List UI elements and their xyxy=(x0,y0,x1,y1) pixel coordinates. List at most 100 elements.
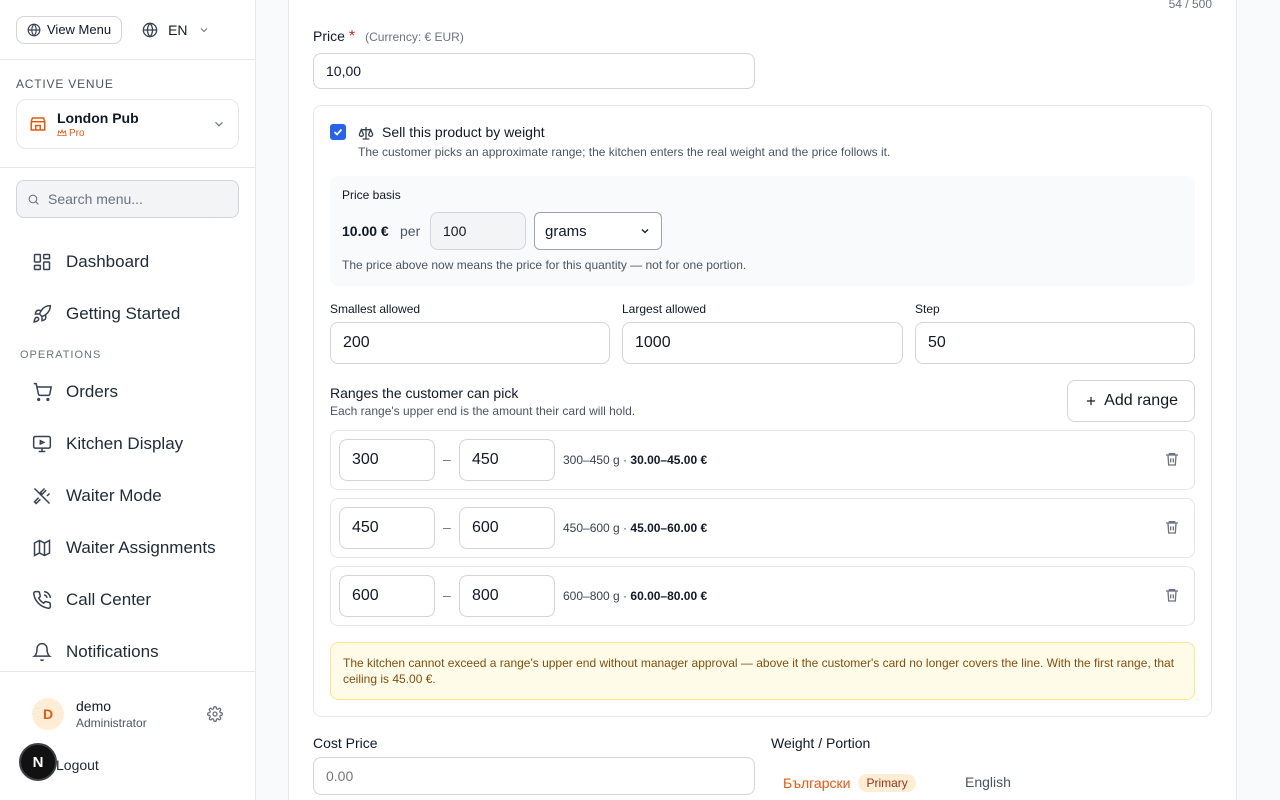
plus-icon xyxy=(1087,396,1096,406)
chevron-down-icon xyxy=(215,121,223,127)
language-selector[interactable]: EN xyxy=(134,22,217,38)
dev-tools-badge[interactable]: N xyxy=(19,743,57,781)
sidebar-item-label: Orders xyxy=(66,382,118,401)
search-input[interactable] xyxy=(48,191,228,207)
currency-note: (Currency: € EUR) xyxy=(365,30,464,44)
sidebar: View Menu EN ACTIVE VENUE London Pub Pro xyxy=(0,0,256,800)
tab-bulgarian-label: Български xyxy=(783,775,851,791)
chevron-updown-icon xyxy=(641,229,649,234)
step-label: Step xyxy=(915,302,940,316)
sidebar-item-label: Dashboard xyxy=(66,252,150,271)
ceiling-warning: The kitchen cannot exceed a range's uppe… xyxy=(330,642,1195,700)
chevron-down-icon xyxy=(200,27,207,32)
step-input[interactable] xyxy=(915,322,1195,364)
range-dash: – xyxy=(443,587,451,603)
range-price: 45.00–60.00 € xyxy=(630,521,708,535)
tab-bulgarian[interactable]: Български Primary xyxy=(783,774,916,792)
range-summary-text: 450–600 g · xyxy=(563,521,631,535)
range-summary: 450–600 g · 45.00–60.00 € xyxy=(563,521,707,535)
primary-badge: Primary xyxy=(858,774,916,792)
globe-icon xyxy=(142,22,158,37)
range-from-input[interactable] xyxy=(339,439,435,481)
smallest-allowed-label: Smallest allowed xyxy=(330,302,421,316)
cost-price-input[interactable] xyxy=(313,757,755,795)
view-menu-button[interactable]: View Menu xyxy=(16,15,123,44)
range-summary: 300–450 g · 30.00–45.00 € xyxy=(563,453,707,467)
venue-plan-label: Pro xyxy=(69,127,85,139)
bell-icon xyxy=(32,642,52,662)
range-to-input[interactable] xyxy=(459,575,555,617)
range-row: – 600–800 g · 60.00–80.00 € xyxy=(330,566,1195,626)
check-icon xyxy=(333,128,343,136)
tab-english[interactable]: English xyxy=(965,774,1011,790)
active-venue-section: ACTIVE VENUE London Pub Pro xyxy=(0,60,255,168)
sidebar-item-getting-started[interactable]: Getting Started xyxy=(0,288,255,340)
range-from-input[interactable] xyxy=(339,575,435,617)
add-range-label: Add range xyxy=(1104,392,1178,409)
sidebar-item-waiter-assignments[interactable]: Waiter Assignments xyxy=(0,522,255,574)
sidebar-item-kitchen-display[interactable]: Kitchen Display xyxy=(0,418,255,470)
range-to-input[interactable] xyxy=(459,439,555,481)
largest-allowed-input[interactable] xyxy=(622,322,903,364)
user-role: Administrator xyxy=(76,716,147,730)
sidebar-item-label: Waiter Mode xyxy=(66,486,162,505)
sidebar-item-dashboard[interactable]: Dashboard xyxy=(0,236,255,288)
cost-price-label: Cost Price xyxy=(313,735,378,751)
range-summary-text: 300–450 g · xyxy=(563,453,631,467)
view-menu-label: View Menu xyxy=(47,22,112,37)
sidebar-item-call-center[interactable]: Call Center xyxy=(0,574,255,626)
range-to-input[interactable] xyxy=(459,507,555,549)
price-basis-quantity-input[interactable] xyxy=(430,212,526,250)
sidebar-item-label: Kitchen Display xyxy=(66,434,184,453)
sidebar-item-orders[interactable]: Orders xyxy=(0,366,255,418)
unit-select-value: grams xyxy=(545,222,587,240)
price-basis-note: The price above now means the price for … xyxy=(342,258,747,272)
logout-button[interactable]: Logout xyxy=(56,757,99,773)
range-price: 60.00–80.00 € xyxy=(630,589,708,603)
ranges-title: Ranges the customer can pick xyxy=(330,385,519,401)
search-box xyxy=(16,180,239,218)
range-summary: 600–800 g · 60.00–80.00 € xyxy=(563,589,707,603)
sidebar-item-label: Notifications xyxy=(66,642,159,661)
price-label: Price xyxy=(313,28,345,44)
avatar: D xyxy=(32,698,64,730)
main-content: 54 / 500 Price * (Currency: € EUR) Sell … xyxy=(256,0,1280,800)
range-from-input[interactable] xyxy=(339,507,435,549)
ranges-subtitle: Each range's upper end is the amount the… xyxy=(330,404,636,418)
scale-icon xyxy=(358,127,374,140)
sidebar-item-waiter-mode[interactable]: Waiter Mode xyxy=(0,470,255,522)
sidebar-header: View Menu EN xyxy=(0,0,255,60)
venue-selector[interactable]: London Pub Pro xyxy=(16,99,239,149)
range-dash: – xyxy=(443,451,451,467)
add-range-button[interactable]: Add range xyxy=(1067,380,1195,422)
range-row: – 300–450 g · 30.00–45.00 € xyxy=(330,430,1195,490)
sidebar-item-label: Waiter Assignments xyxy=(66,538,216,557)
sell-by-weight-checkbox[interactable] xyxy=(330,124,346,140)
venue-plan-badge: Pro xyxy=(57,128,139,139)
largest-allowed-label: Largest allowed xyxy=(622,302,707,316)
store-icon xyxy=(30,117,46,131)
price-basis-per: per xyxy=(400,223,421,239)
trash-icon[interactable] xyxy=(1164,519,1180,535)
price-label-row: Price * (Currency: € EUR) xyxy=(313,28,464,46)
smallest-allowed-input[interactable] xyxy=(330,322,610,364)
price-input[interactable] xyxy=(313,53,755,89)
active-venue-label: ACTIVE VENUE xyxy=(16,77,114,91)
sell-by-weight-label: Sell this product by weight xyxy=(382,124,545,140)
trash-icon[interactable] xyxy=(1164,587,1180,603)
rocket-icon xyxy=(33,304,52,323)
user-row: D demo Administrator xyxy=(0,698,255,730)
globe-icon xyxy=(27,23,41,36)
range-dash: – xyxy=(443,519,451,535)
range-price: 30.00–45.00 € xyxy=(630,453,708,467)
gear-icon[interactable] xyxy=(207,706,223,722)
trash-icon[interactable] xyxy=(1164,451,1180,467)
dashboard-icon xyxy=(33,253,51,271)
price-basis-price: 10.00 € xyxy=(342,223,389,239)
phone-icon xyxy=(33,590,52,609)
price-basis-unit-select[interactable]: grams xyxy=(534,212,662,250)
price-basis-panel: Price basis 10.00 € per grams The price … xyxy=(330,176,1195,286)
sell-by-weight-section: Sell this product by weight The customer… xyxy=(313,105,1212,717)
sidebar-item-label: Getting Started xyxy=(66,304,181,323)
sidebar-item-label: Call Center xyxy=(66,590,152,609)
